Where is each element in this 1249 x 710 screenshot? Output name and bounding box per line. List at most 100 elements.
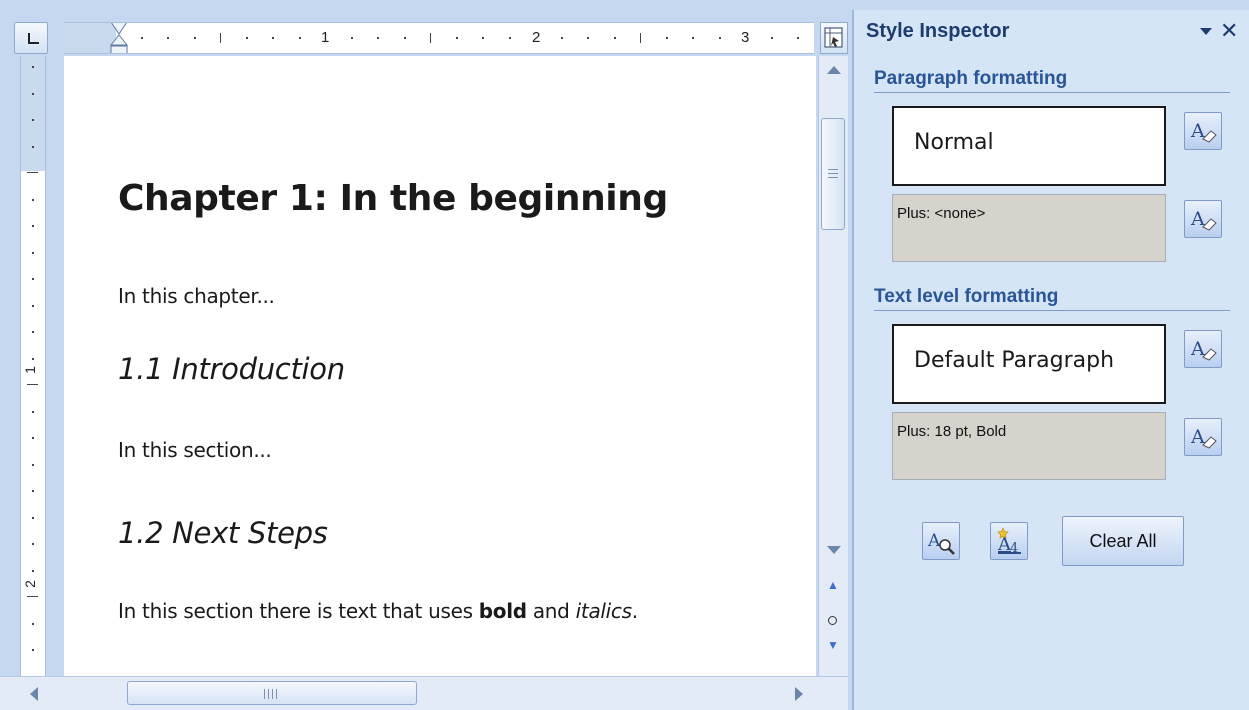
ruler-tick [456, 37, 458, 39]
tab-selector-button[interactable] [14, 22, 48, 54]
reset-character-style-button[interactable]: A [1184, 330, 1222, 368]
clear-character-formatting-button[interactable]: A [1184, 418, 1222, 456]
text-run: In this section there is text that uses [118, 599, 479, 623]
scroll-up-icon[interactable] [827, 66, 841, 74]
vertical-scrollbar[interactable]: ▲ ▼ [818, 56, 848, 676]
ruler-tick [797, 37, 800, 39]
paragraph-style-box[interactable]: Normal [892, 106, 1166, 186]
ruler-tick [167, 37, 170, 39]
paragraph[interactable]: In this chapter... [118, 284, 275, 308]
ruler-tick [32, 278, 34, 280]
vertical-ruler[interactable]: 1 2 [20, 56, 46, 676]
scroll-down-icon[interactable] [827, 546, 841, 554]
clear-paragraph-formatting-button[interactable]: A [1184, 200, 1222, 238]
ruler-tick [482, 37, 485, 39]
grip-line [828, 173, 838, 174]
ruler-tick [351, 37, 353, 39]
view-ruler-button[interactable] [820, 22, 848, 54]
ruler-tick [32, 198, 34, 201]
grip-line [276, 689, 277, 699]
paragraph[interactable]: In this section there is text that uses … [118, 599, 638, 623]
ruler-tick [32, 622, 34, 625]
italic-text-run: italics [575, 599, 632, 623]
heading-2[interactable]: 1.2 Next Steps [118, 516, 328, 550]
ruler-left-margin [64, 23, 116, 53]
paragraph[interactable]: In this section... [118, 438, 272, 462]
divider [874, 310, 1230, 311]
close-icon[interactable]: ✕ [1220, 18, 1238, 44]
grip-line [264, 689, 265, 699]
text-level-formatting-title: Text level formatting [874, 286, 1059, 307]
panel-title: Style Inspector [866, 20, 1010, 42]
ruler-tick [32, 331, 34, 333]
ruler-tick [587, 37, 590, 39]
scroll-left-icon[interactable] [30, 687, 38, 701]
grip-line [272, 689, 273, 699]
horizontal-scrollbar[interactable] [0, 676, 848, 710]
horizontal-ruler[interactable]: 1 2 3 [64, 22, 814, 54]
ruler-tick [613, 37, 616, 39]
heading-1[interactable]: Chapter 1: In the beginning [118, 178, 668, 219]
ruler-tick [32, 569, 34, 572]
ruler-number: 1 [21, 366, 38, 374]
reveal-formatting-button[interactable]: A [922, 522, 960, 560]
vertical-scroll-thumb[interactable] [821, 118, 845, 230]
text-style-box[interactable]: Default Paragraph [892, 324, 1166, 404]
grip-line [828, 177, 838, 178]
ruler-number: 2 [532, 29, 541, 46]
ruler-tick [193, 37, 196, 39]
ruler-tick [27, 596, 38, 597]
ruler-tick [219, 33, 221, 43]
ruler-tick [718, 37, 721, 39]
select-browse-object-icon[interactable] [828, 616, 837, 625]
ruler-tick [32, 490, 34, 492]
ruler-tick [692, 37, 695, 39]
ruler-toggle-icon [824, 27, 843, 48]
ruler-tick [508, 37, 511, 39]
text-run: and [526, 599, 576, 623]
indent-marker-icon[interactable] [110, 22, 128, 54]
ruler-tick [32, 437, 34, 439]
ruler-tick [32, 92, 34, 95]
ruler-tick [403, 37, 406, 39]
ruler-tick [32, 225, 34, 227]
scroll-right-icon[interactable] [795, 687, 803, 701]
eraser-style-icon: A [1190, 208, 1217, 231]
text-plus-box[interactable]: Plus: 18 pt, Bold [892, 412, 1166, 480]
dropdown-arrow-icon[interactable] [1200, 28, 1212, 35]
ruler-tick [32, 410, 34, 413]
ruler-tick [32, 357, 34, 360]
ruler-number: 3 [741, 29, 750, 46]
ruler-tick [141, 37, 143, 39]
eraser-style-icon: A [1190, 120, 1217, 143]
ruler-number: 2 [21, 580, 38, 588]
new-style-button[interactable]: A 4 [990, 522, 1028, 560]
next-page-icon[interactable]: ▼ [826, 638, 840, 652]
ruler-tick [771, 37, 773, 39]
reset-paragraph-style-button[interactable]: A [1184, 112, 1222, 150]
ruler-tick [32, 543, 34, 545]
text-run: . [631, 599, 638, 623]
reveal-formatting-icon: A [927, 531, 955, 555]
clear-all-button[interactable]: Clear All [1062, 516, 1184, 566]
ruler-tick [27, 384, 38, 385]
ruler-tick [32, 66, 34, 68]
document-page[interactable]: Chapter 1: In the beginning In this chap… [64, 56, 816, 676]
previous-page-icon[interactable]: ▲ [826, 578, 840, 592]
ruler-tick [246, 37, 248, 39]
paragraph-plus-box[interactable]: Plus: <none> [892, 194, 1166, 262]
eraser-style-icon: A [1190, 426, 1217, 449]
ruler-tick [561, 37, 563, 39]
ruler-tick [32, 145, 34, 148]
eraser-style-icon: A [1190, 338, 1217, 361]
ruler-top-margin [21, 56, 45, 171]
paragraph-formatting-title: Paragraph formatting [874, 68, 1068, 89]
ruler-number: 1 [321, 29, 330, 46]
ruler-tick [32, 304, 34, 307]
horizontal-scroll-thumb[interactable] [127, 681, 417, 705]
bold-text-run: bold [478, 599, 527, 623]
heading-2[interactable]: 1.1 Introduction [118, 352, 345, 386]
divider [874, 92, 1230, 93]
ruler-tick [272, 37, 275, 39]
ruler-tick [429, 33, 431, 43]
